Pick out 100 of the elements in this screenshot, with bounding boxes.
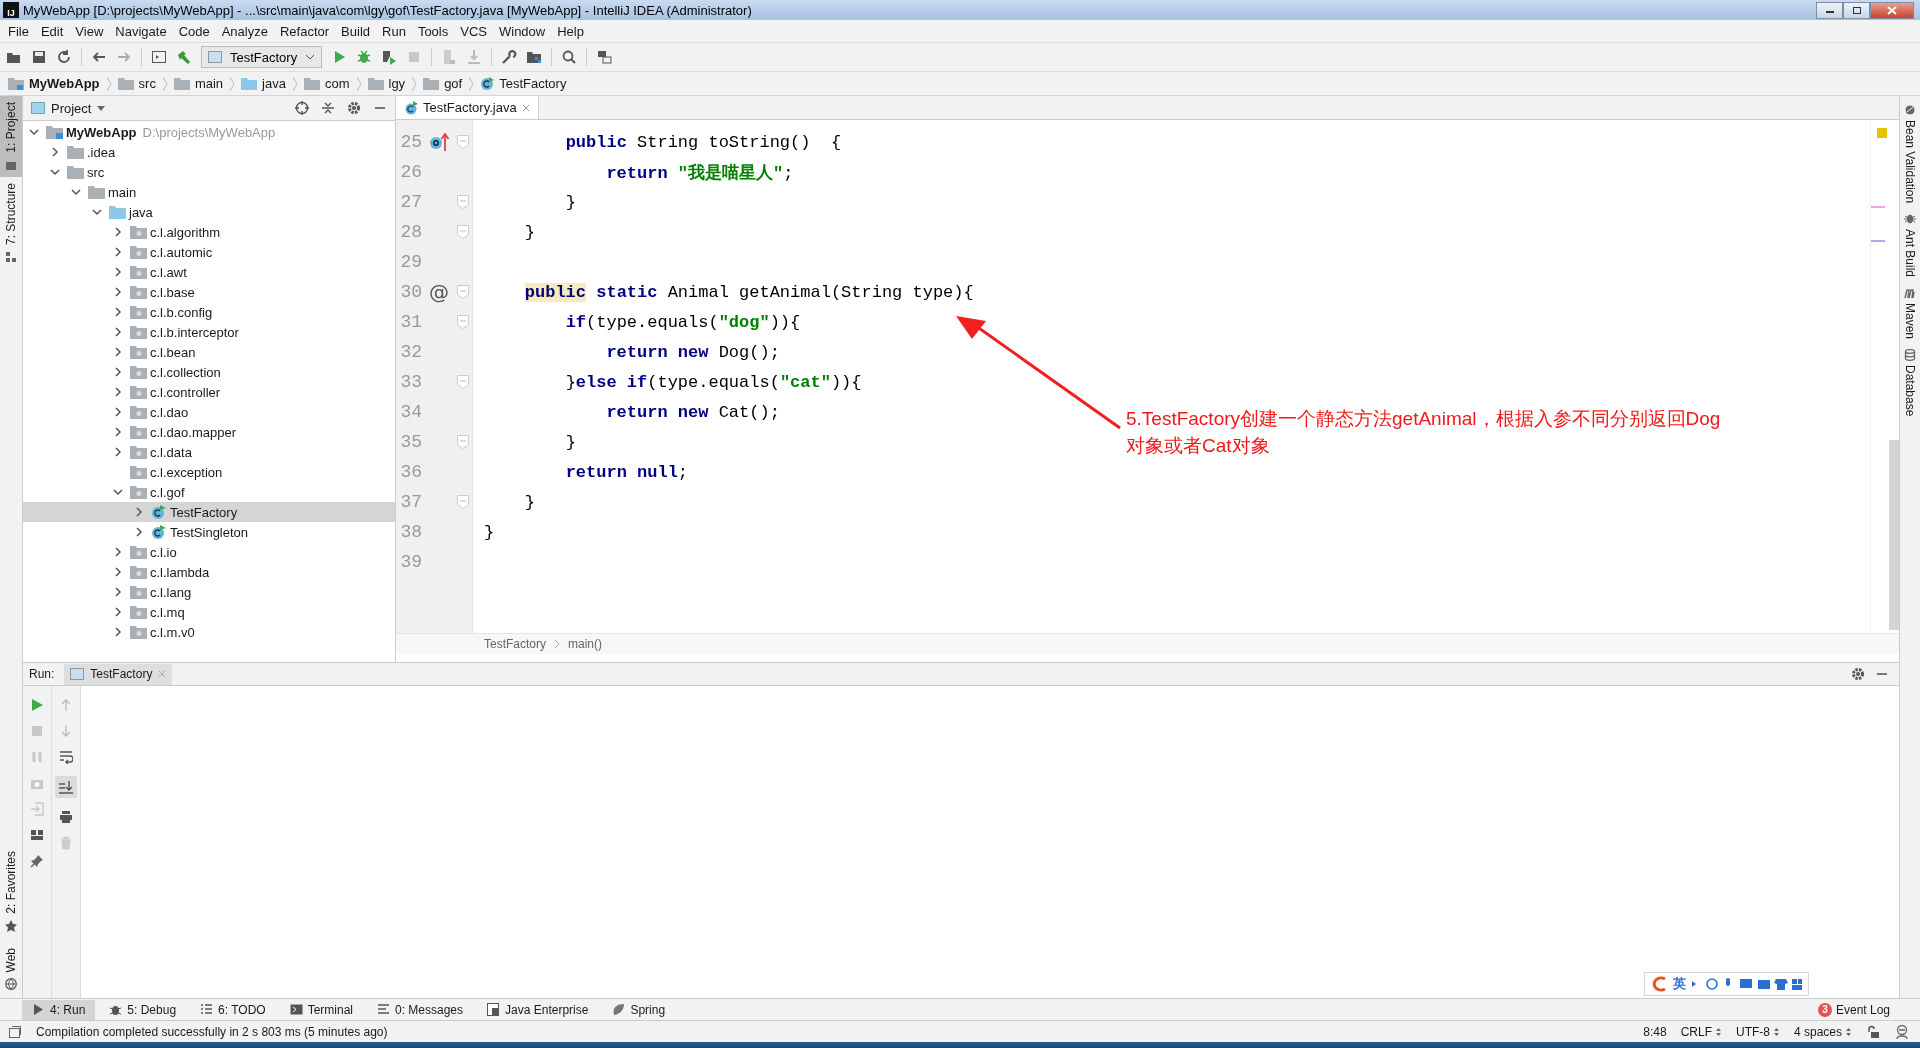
breadcrumb-item[interactable]: com [303,76,350,91]
menu-item[interactable]: Code [172,21,216,41]
run-tab[interactable]: TestFactory [64,663,173,685]
window-icon[interactable] [151,49,167,65]
breadcrumb-item[interactable]: main [173,76,224,91]
print-icon[interactable] [59,810,73,824]
tree-item[interactable]: c.l.mq [23,602,395,622]
tool-window-tab[interactable]: Terminal [279,999,363,1020]
pin-icon[interactable] [30,854,44,868]
sync-icon[interactable] [56,49,72,65]
menu-item[interactable]: Edit [34,21,70,41]
event-log-button[interactable]: 3 Event Log [1817,1002,1890,1017]
lock-icon[interactable] [1866,1024,1880,1039]
wrench-icon[interactable] [501,49,518,65]
fold-marker-icon[interactable] [457,135,469,149]
scroll-to-end-icon[interactable] [55,776,77,798]
tree-item[interactable]: c.l.gof [23,482,395,502]
tree-item[interactable]: c.l.b.interceptor [23,322,395,342]
tree-item[interactable]: c.l.bean [23,342,395,362]
tree-item[interactable]: src [23,162,395,182]
tool-window-tab[interactable]: 4: Run [22,999,96,1020]
line-separator-selector[interactable]: CRLF [1680,1024,1722,1039]
fold-marker-icon[interactable] [457,495,469,509]
panel-toggle-icon[interactable] [8,1024,22,1039]
search-icon[interactable] [561,49,578,65]
change-marker[interactable] [1871,206,1885,208]
menu-item[interactable]: Analyze [215,21,274,41]
settings-icon[interactable] [1851,667,1865,681]
tree-item[interactable]: c.l.awt [23,262,395,282]
fold-marker-icon[interactable] [457,285,469,299]
tree-item[interactable]: TestFactory [23,502,395,522]
menu-item[interactable]: Run [376,21,412,41]
tree-item[interactable]: c.l.exception [23,462,395,482]
tree-item[interactable]: c.l.b.config [23,302,395,322]
breadcrumb-item[interactable]: java [241,76,286,91]
tree-item[interactable]: c.l.collection [23,362,395,382]
caret-position[interactable]: 8:48 [1643,1024,1667,1039]
tree-item[interactable]: main [23,182,395,202]
tree-item[interactable]: c.l.base [23,282,395,302]
tree-item[interactable]: c.l.io [23,542,395,562]
tool-window-tab[interactable]: 5: Debug [99,999,187,1020]
project-structure-icon[interactable] [526,49,543,65]
change-marker[interactable] [1871,240,1885,242]
tree-item[interactable]: c.l.dao [23,402,395,422]
tree-item[interactable]: c.l.automic [23,242,395,262]
fold-marker-icon[interactable] [457,435,469,449]
inspector-icon[interactable] [1894,1023,1910,1040]
menu-item[interactable]: Refactor [273,21,336,41]
bug-icon[interactable] [356,49,373,65]
tool-window-tab[interactable]: 7: Structure [0,176,22,269]
breadcrumb-item[interactable]: TestFactory [484,637,546,651]
fold-marker-icon[interactable] [457,375,469,389]
editor-tab[interactable]: TestFactory.java [396,96,539,119]
tool-window-tab[interactable]: 6: TODO [190,999,276,1020]
menu-item[interactable]: Tools [411,21,455,41]
menu-item[interactable]: Build [335,21,376,41]
tool-window-tab[interactable]: Web [0,939,22,998]
breadcrumb-item[interactable]: main() [568,637,603,651]
tool-window-tab[interactable]: Database [1900,349,1920,417]
encoding-selector[interactable]: UTF-8 [1735,1024,1780,1039]
tool-window-tab[interactable]: 0: Messages [367,999,474,1020]
tool-window-tab[interactable]: 2: Favorites [0,842,22,940]
tool-window-tab[interactable]: Maven [1900,287,1920,340]
collapse-icon[interactable] [321,101,335,115]
run-configuration-dropdown[interactable]: TestFactory [201,46,323,68]
indent-selector[interactable]: 4 spaces [1793,1024,1852,1039]
warning-marker[interactable] [1877,128,1887,138]
close-icon[interactable] [521,103,530,112]
settings-icon[interactable] [347,101,361,115]
tree-item[interactable]: c.l.m.v0 [23,622,395,642]
tool-window-tab[interactable]: 1: Project [0,96,22,177]
tool-window-tab[interactable]: Spring [602,999,676,1020]
breadcrumb-item[interactable]: MyWebApp [8,76,100,91]
ime-toolbar[interactable]: 英 [1644,972,1809,996]
sdk-icon[interactable] [596,49,613,65]
tool-window-tab[interactable]: Bean Validation [1900,104,1920,204]
project-view-dropdown[interactable]: Project [31,100,106,116]
locate-icon[interactable] [295,101,309,115]
annotation-marker[interactable]: @ [429,280,449,304]
menu-item[interactable]: Navigate [109,21,173,41]
tree-item[interactable]: MyWebApp D:\projects\MyWebApp [23,122,395,142]
tool-window-tab[interactable]: Java Enterprise [477,999,599,1020]
coverage-icon[interactable] [381,49,398,65]
tree-item[interactable]: c.l.dao.mapper [23,422,395,442]
breadcrumb-item[interactable]: TestFactory [480,76,567,91]
fold-marker-icon[interactable] [457,195,469,209]
tree-item[interactable]: .idea [23,142,395,162]
menu-item[interactable]: VCS [454,21,493,41]
scrollbar[interactable] [1889,440,1899,630]
save-icon[interactable] [31,49,47,65]
menu-item[interactable]: View [69,21,110,41]
fold-marker-icon[interactable] [457,315,469,329]
breadcrumb-item[interactable]: lgy [367,76,406,91]
override-icon[interactable] [429,132,449,152]
maximize-button[interactable] [1843,1,1870,19]
menu-item[interactable]: Help [551,21,590,41]
tree-item[interactable]: c.l.data [23,442,395,462]
minimize-button[interactable] [1816,1,1843,19]
breadcrumb-item[interactable]: gof [423,76,463,91]
layout-icon[interactable] [30,828,44,842]
